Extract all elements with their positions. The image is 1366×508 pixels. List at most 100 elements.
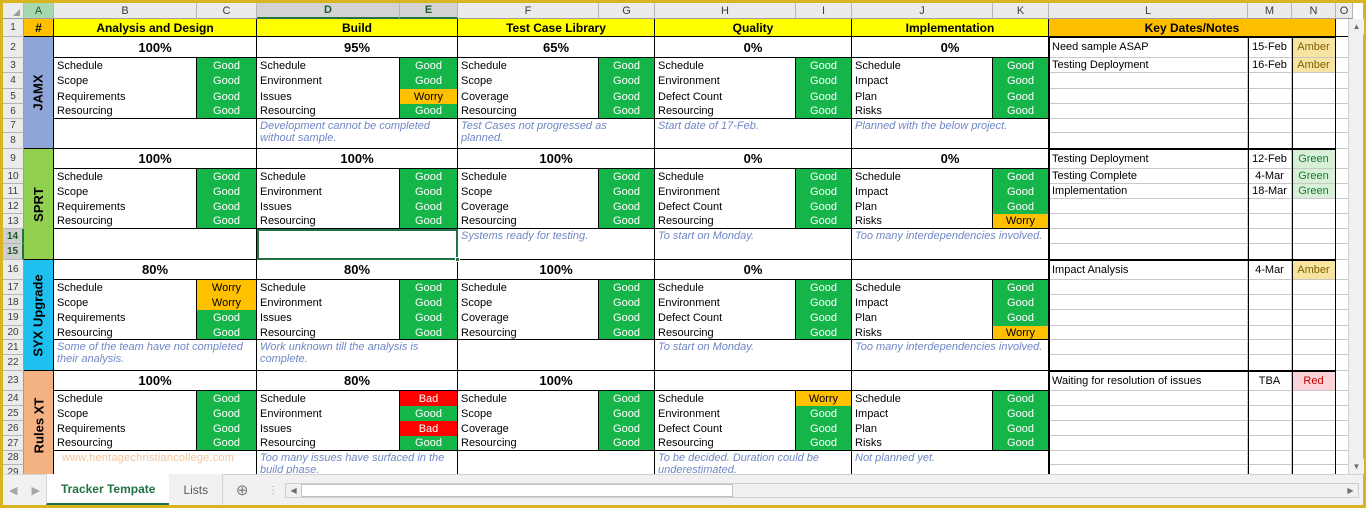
key-date-note[interactable] — [1049, 406, 1248, 421]
item-label[interactable]: Schedule — [655, 280, 796, 295]
item-status[interactable]: Worry — [197, 280, 257, 295]
item-label[interactable]: Environment — [655, 406, 796, 421]
item-label[interactable]: Resourcing — [655, 104, 796, 119]
row-header-28[interactable]: 28 — [3, 451, 24, 465]
sheet-nav-arrows[interactable]: ◀ ▶ — [3, 475, 46, 505]
key-date-value[interactable]: 18-Mar — [1248, 184, 1292, 199]
key-date-rag-status[interactable] — [1292, 295, 1336, 310]
key-date-value[interactable] — [1248, 244, 1292, 260]
item-label[interactable]: Risks — [852, 214, 993, 229]
phase-percent-syx-upgrade-2[interactable]: 80% — [257, 260, 458, 280]
item-label[interactable]: Resourcing — [257, 104, 400, 119]
horizontal-scroll-track[interactable] — [733, 484, 1343, 497]
row-header-12[interactable]: 12 — [3, 199, 24, 214]
item-label[interactable]: Issues — [257, 89, 400, 104]
item-status[interactable]: Good — [197, 310, 257, 326]
item-status[interactable]: Good — [796, 73, 852, 89]
item-label[interactable]: Scope — [458, 184, 599, 199]
item-status[interactable]: Good — [400, 310, 458, 326]
key-date-rag-status[interactable] — [1292, 355, 1336, 371]
key-date-rag-status[interactable] — [1292, 73, 1336, 89]
key-date-rag-status[interactable] — [1292, 406, 1336, 421]
item-status[interactable]: Good — [197, 214, 257, 229]
item-label[interactable]: Resourcing — [54, 214, 197, 229]
item-label[interactable]: Environment — [655, 73, 796, 89]
item-label[interactable]: Requirements — [54, 310, 197, 326]
item-label[interactable]: Coverage — [458, 310, 599, 326]
item-label[interactable]: Schedule — [852, 58, 993, 73]
key-date-value[interactable] — [1248, 229, 1292, 244]
item-status[interactable]: Good — [197, 73, 257, 89]
item-label[interactable]: Risks — [852, 436, 993, 451]
key-date-rag-status[interactable] — [1292, 340, 1336, 355]
item-label[interactable]: Resourcing — [458, 214, 599, 229]
phase-percent-sprt-3[interactable]: 100% — [458, 149, 655, 169]
key-date-rag-status[interactable] — [1292, 119, 1336, 133]
phase-note[interactable]: Development cannot be completed without … — [257, 119, 458, 149]
item-status[interactable]: Good — [796, 436, 852, 451]
phase-note[interactable] — [54, 229, 257, 260]
item-status[interactable]: Good — [796, 89, 852, 104]
key-date-rag-status[interactable] — [1292, 214, 1336, 229]
item-status[interactable]: Good — [400, 184, 458, 199]
project-label-syx-upgrade[interactable]: SYX Upgrade — [24, 260, 54, 371]
item-label[interactable]: Scope — [458, 73, 599, 89]
item-label[interactable]: Plan — [852, 421, 993, 436]
item-label[interactable]: Scope — [54, 406, 197, 421]
item-label[interactable]: Resourcing — [54, 104, 197, 119]
item-status[interactable]: Good — [400, 326, 458, 340]
column-header-I[interactable]: I — [796, 3, 852, 19]
item-status[interactable]: Good — [993, 58, 1049, 73]
key-date-rag-status[interactable] — [1292, 280, 1336, 295]
item-status[interactable]: Good — [796, 199, 852, 214]
item-status[interactable]: Good — [993, 89, 1049, 104]
item-status[interactable]: Good — [796, 421, 852, 436]
sheet-tab-tracker-tempate[interactable]: Tracker Tempate — [46, 474, 170, 505]
column-header-K[interactable]: K — [993, 3, 1049, 19]
item-label[interactable]: Resourcing — [54, 436, 197, 451]
item-label[interactable]: Impact — [852, 184, 993, 199]
item-label[interactable]: Environment — [257, 406, 400, 421]
item-status[interactable]: Good — [796, 104, 852, 119]
row-header-2[interactable]: 2 — [3, 37, 24, 58]
item-status[interactable]: Good — [197, 406, 257, 421]
item-label[interactable]: Plan — [852, 310, 993, 326]
item-label[interactable]: Plan — [852, 89, 993, 104]
item-label[interactable]: Resourcing — [655, 326, 796, 340]
key-date-value[interactable] — [1248, 391, 1292, 406]
key-date-rag-status[interactable] — [1292, 391, 1336, 406]
item-label[interactable]: Schedule — [257, 58, 400, 73]
item-label[interactable]: Issues — [257, 421, 400, 436]
column-header-C[interactable]: C — [197, 3, 257, 19]
item-status[interactable]: Good — [796, 214, 852, 229]
key-date-note[interactable] — [1049, 73, 1248, 89]
key-date-note[interactable]: Testing Deployment — [1049, 149, 1248, 169]
phase-percent-jamx-3[interactable]: 65% — [458, 37, 655, 58]
item-status[interactable]: Good — [599, 421, 655, 436]
item-status[interactable]: Worry — [796, 391, 852, 406]
item-status[interactable]: Good — [796, 169, 852, 184]
phase-note[interactable]: Some of the team have not completed thei… — [54, 340, 257, 371]
item-label[interactable]: Resourcing — [54, 326, 197, 340]
key-date-rag-status[interactable] — [1292, 104, 1336, 119]
phase-note[interactable] — [54, 119, 257, 149]
item-status[interactable]: Good — [796, 58, 852, 73]
row-header-5[interactable]: 5 — [3, 89, 24, 104]
row-header-25[interactable]: 25 — [3, 406, 24, 421]
project-label-sprt[interactable]: SPRT — [24, 149, 54, 260]
item-status[interactable]: Good — [400, 280, 458, 295]
key-date-rag-status[interactable] — [1292, 436, 1336, 451]
key-date-note[interactable] — [1049, 340, 1248, 355]
item-label[interactable]: Environment — [257, 184, 400, 199]
phase-percent-syx-upgrade-5[interactable] — [852, 260, 1049, 280]
key-date-value[interactable]: 4-Mar — [1248, 169, 1292, 184]
item-label[interactable]: Scope — [54, 295, 197, 310]
item-status[interactable]: Good — [197, 184, 257, 199]
item-label[interactable]: Resourcing — [655, 436, 796, 451]
item-status[interactable]: Good — [197, 104, 257, 119]
key-date-rag-status[interactable]: Amber — [1292, 260, 1336, 280]
key-date-rag-status[interactable]: Amber — [1292, 37, 1336, 58]
phase-note[interactable]: Too many interdependencies involved. — [852, 340, 1049, 371]
column-header-A[interactable]: A — [24, 3, 54, 19]
item-status[interactable]: Good — [400, 406, 458, 421]
